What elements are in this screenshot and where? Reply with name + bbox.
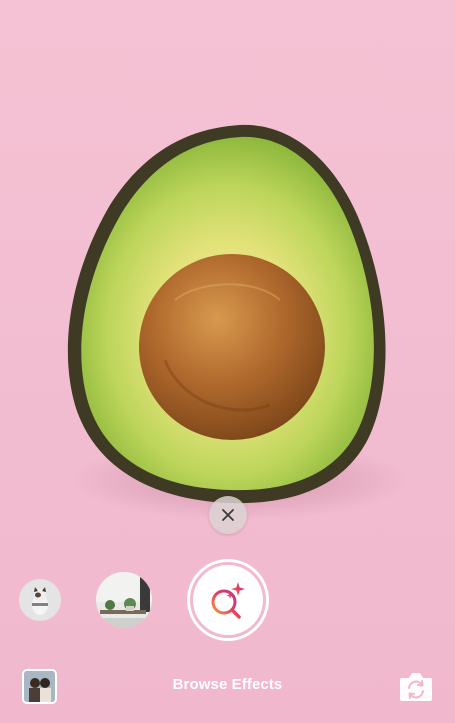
camera-flip-icon — [400, 673, 432, 701]
camera-flip-button[interactable] — [398, 669, 434, 703]
gallery-thumbnail[interactable] — [22, 669, 57, 704]
browse-effects-label[interactable]: Browse Effects — [150, 676, 305, 693]
gallery-photo — [24, 671, 55, 702]
cat-image — [19, 579, 61, 621]
cat-effect-thumbnail[interactable] — [19, 579, 61, 621]
room-effect-thumbnail[interactable] — [96, 572, 152, 628]
room-image — [96, 572, 152, 628]
capture-button[interactable] — [187, 559, 269, 641]
capture-inner — [193, 565, 263, 635]
close-button[interactable] — [209, 496, 247, 534]
close-icon — [222, 509, 234, 521]
search-sparkle-icon — [211, 582, 245, 619]
